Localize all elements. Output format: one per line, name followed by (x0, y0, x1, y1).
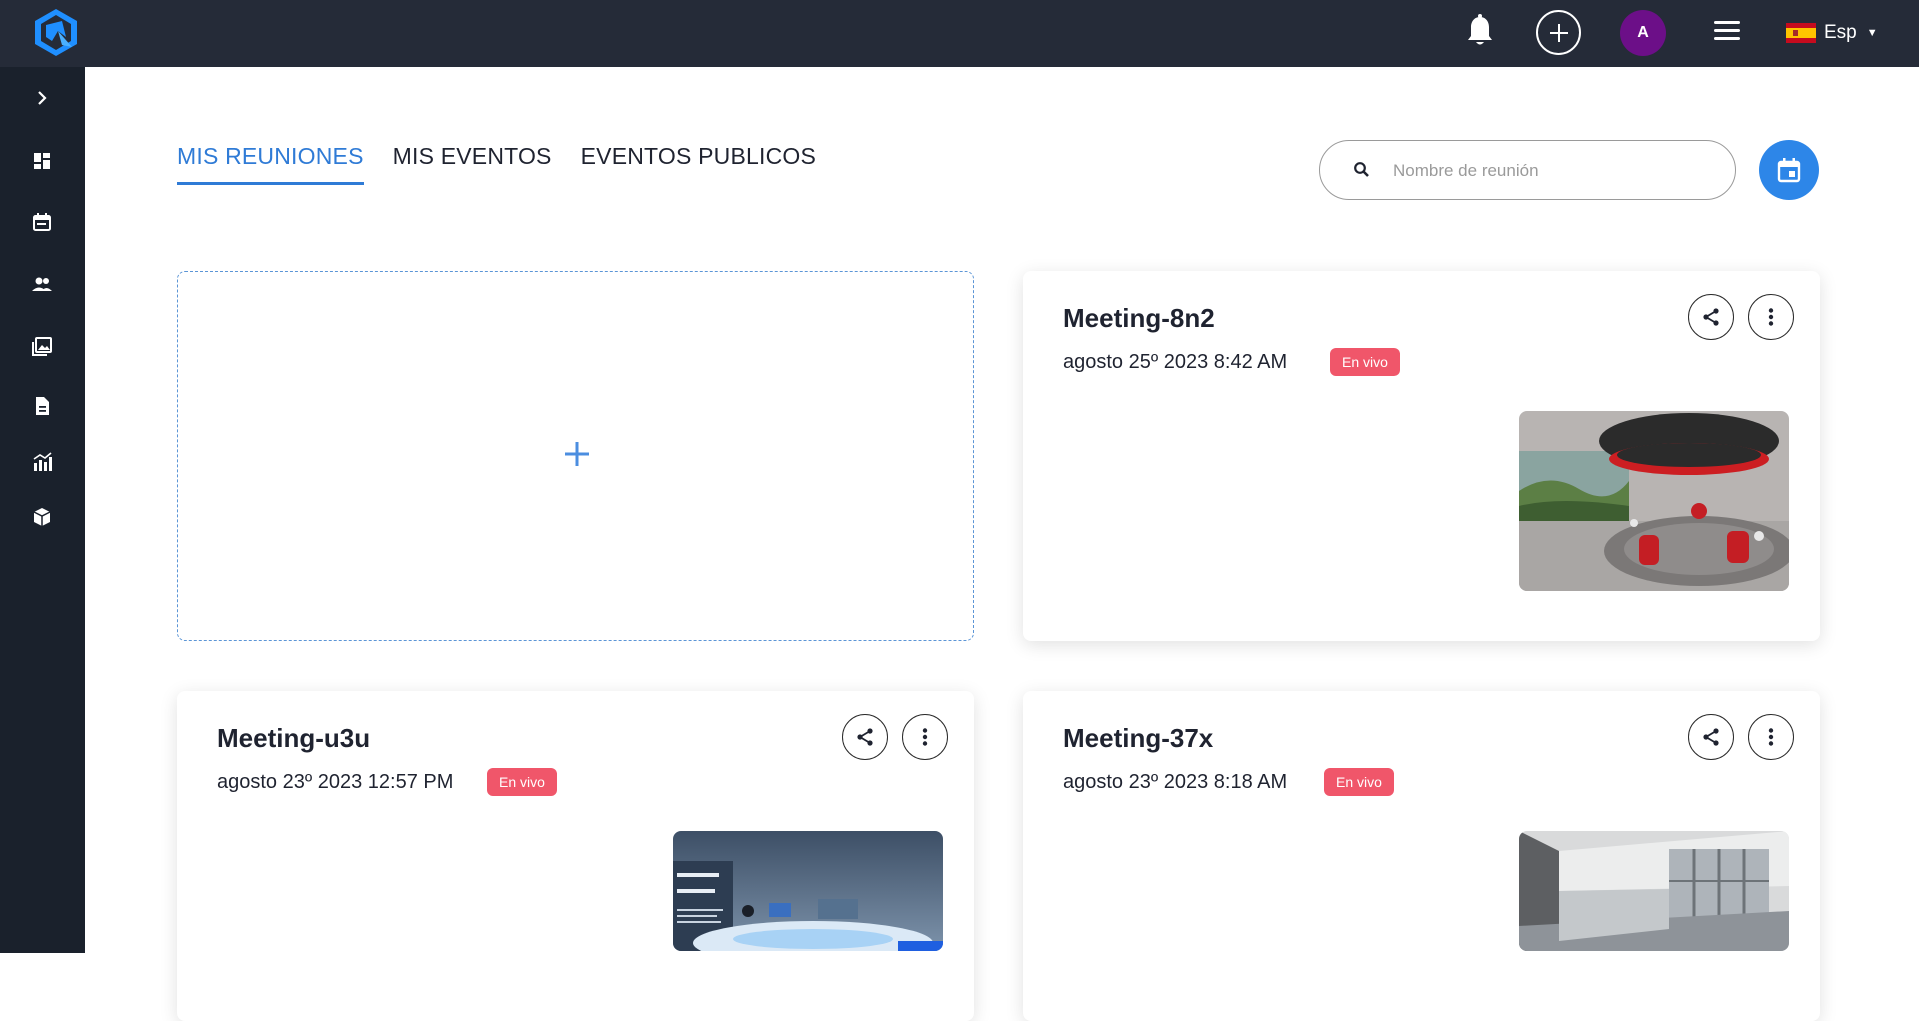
search-input[interactable] (1393, 156, 1713, 186)
meeting-card[interactable]: Meeting-u3u agosto 23º 2023 12:57 PM En … (177, 691, 974, 1021)
main-content: MIS REUNIONES MIS EVENTOS EVENTOS PUBLIC… (85, 67, 1919, 1021)
calendar-event-icon (1777, 158, 1801, 183)
search-box (1319, 140, 1736, 200)
language-label: Esp (1824, 22, 1857, 43)
gallery-icon[interactable] (31, 335, 53, 357)
create-button[interactable] (1536, 10, 1581, 55)
share-icon (857, 728, 873, 746)
cube-icon[interactable] (31, 506, 53, 528)
analytics-icon[interactable] (31, 451, 53, 473)
expand-chevron-icon[interactable] (31, 87, 53, 109)
tab-bar: MIS REUNIONES MIS EVENTOS EVENTOS PUBLIC… (177, 143, 816, 185)
share-button[interactable] (1688, 294, 1734, 340)
meeting-thumbnail (673, 831, 943, 951)
share-icon (1703, 308, 1719, 326)
tab-mis-eventos[interactable]: MIS EVENTOS (393, 143, 552, 185)
new-meeting-card[interactable] (177, 271, 974, 641)
more-vertical-icon (1768, 728, 1774, 746)
app-logo[interactable] (32, 7, 80, 57)
sidebar (0, 67, 85, 953)
more-options-button[interactable] (902, 714, 948, 760)
calendar-button[interactable] (1759, 140, 1819, 200)
meeting-thumbnail (1519, 411, 1789, 591)
status-badge: En vivo (487, 768, 557, 796)
search-icon (1354, 162, 1369, 177)
dashboard-icon[interactable] (31, 150, 53, 172)
calendar-icon[interactable] (31, 211, 53, 233)
meeting-title: Meeting-u3u (217, 723, 371, 753)
status-badge: En vivo (1330, 348, 1400, 376)
share-button[interactable] (842, 714, 888, 760)
top-bar: A Esp ▼ (0, 0, 1919, 67)
notifications-bell-icon[interactable] (1466, 14, 1494, 48)
language-selector[interactable]: Esp ▼ (1786, 18, 1878, 48)
meeting-date: agosto 23º 2023 8:18 AM (1063, 771, 1288, 793)
meeting-card[interactable]: Meeting-37x agosto 23º 2023 8:18 AM En v… (1023, 691, 1820, 1021)
meeting-date: agosto 23º 2023 12:57 PM (217, 771, 454, 793)
user-avatar[interactable]: A (1620, 10, 1666, 56)
more-options-button[interactable] (1748, 714, 1794, 760)
users-icon[interactable] (31, 273, 53, 295)
meeting-date: agosto 25º 2023 8:42 AM (1063, 351, 1288, 373)
spain-flag-icon (1786, 23, 1816, 43)
meeting-card[interactable]: Meeting-8n2 agosto 25º 2023 8:42 AM En v… (1023, 271, 1820, 641)
more-vertical-icon (1768, 308, 1774, 326)
caret-down-icon: ▼ (1866, 27, 1878, 39)
document-icon[interactable] (31, 395, 53, 417)
meeting-title: Meeting-8n2 (1063, 303, 1215, 333)
share-button[interactable] (1688, 714, 1734, 760)
tab-eventos-publicos[interactable]: EVENTOS PUBLICOS (581, 143, 816, 185)
plus-icon (565, 442, 589, 466)
more-options-button[interactable] (1748, 294, 1794, 340)
share-icon (1703, 728, 1719, 746)
meeting-title: Meeting-37x (1063, 723, 1214, 753)
menu-icon[interactable] (1714, 21, 1740, 41)
tab-mis-reuniones[interactable]: MIS REUNIONES (177, 143, 364, 185)
meeting-thumbnail (1519, 831, 1789, 951)
status-badge: En vivo (1324, 768, 1394, 796)
more-vertical-icon (922, 728, 928, 746)
